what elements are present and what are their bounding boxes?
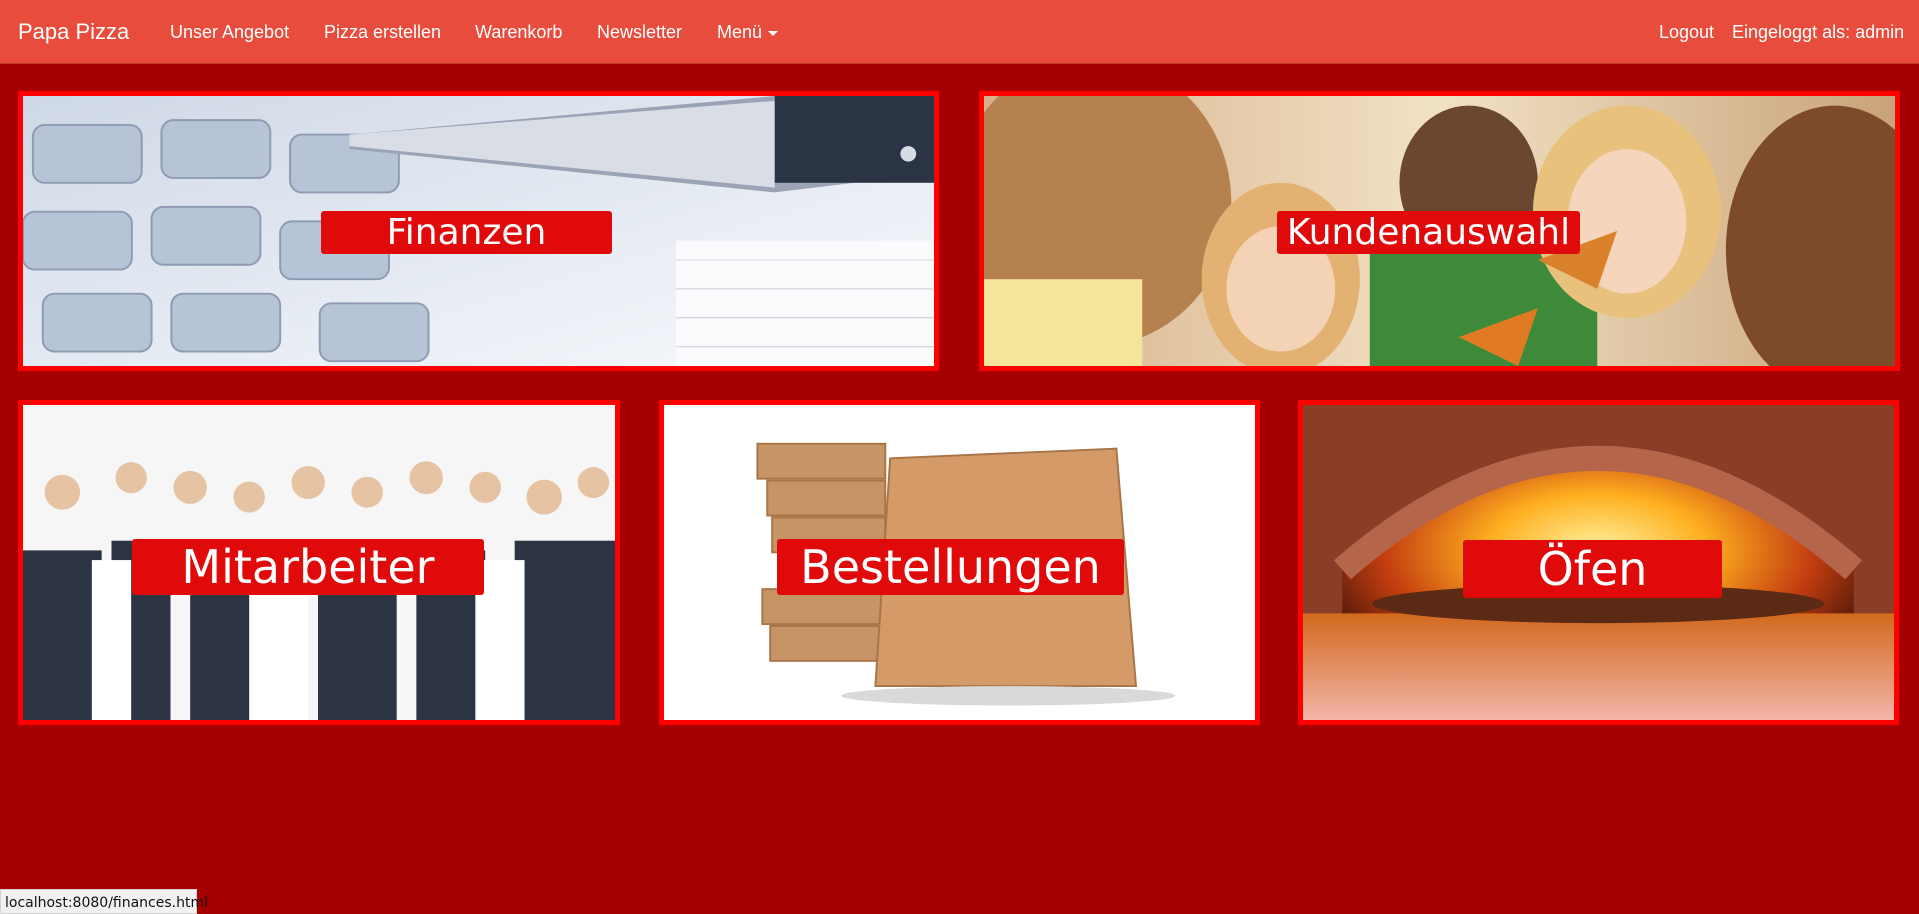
tile-employees[interactable]: Mitarbeiter (18, 400, 620, 725)
top-navbar: Papa Pizza Unser Angebot Pizza erstellen… (0, 0, 1919, 64)
brand-link[interactable]: Papa Pizza (18, 19, 129, 45)
logged-in-user: Eingeloggt als: admin (1732, 22, 1905, 42)
tile-customers[interactable]: Kundenauswahl (979, 91, 1900, 371)
nav-menu-label: Menü (717, 22, 763, 42)
browser-status-url: localhost:8080/finances.html (0, 889, 208, 914)
tile-finances-label: Finanzen (321, 211, 612, 254)
logout-link[interactable]: Logout (1659, 22, 1714, 43)
nav-warenkorb[interactable]: Warenkorb (475, 22, 562, 43)
nav-menu-dropdown[interactable]: Menü (717, 22, 779, 43)
nav-unser-angebot[interactable]: Unser Angebot (170, 22, 289, 43)
tile-customers-label: Kundenauswahl (1277, 211, 1580, 254)
tile-orders-label: Bestellungen (777, 539, 1124, 595)
tile-employees-label: Mitarbeiter (132, 539, 484, 595)
tile-ovens[interactable]: Öfen (1298, 400, 1899, 725)
caret-down-icon (768, 30, 779, 36)
nav-newsletter[interactable]: Newsletter (597, 22, 682, 43)
nav-pizza-erstellen[interactable]: Pizza erstellen (324, 22, 441, 43)
tile-ovens-label: Öfen (1463, 540, 1722, 598)
tile-finances[interactable]: Finanzen (18, 91, 939, 371)
tile-orders[interactable]: Bestellungen (659, 400, 1260, 725)
